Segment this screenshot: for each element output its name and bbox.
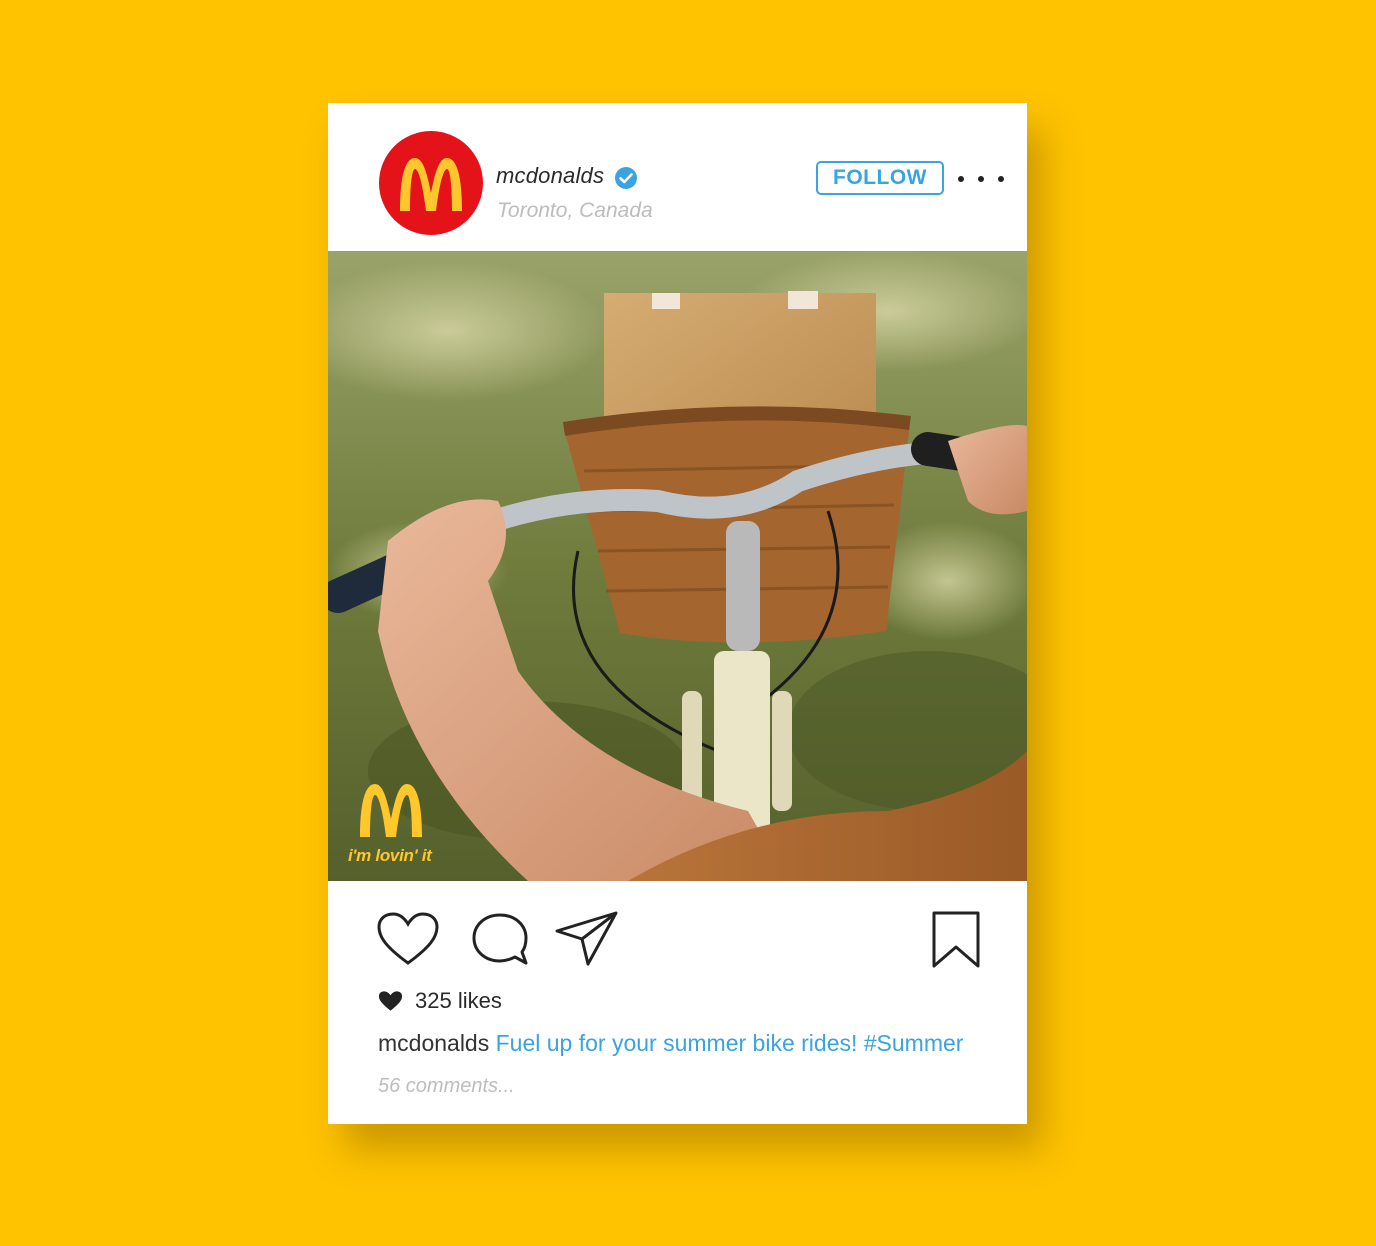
post-card: mcdonalds Toronto, Canada FOLLOW i'm lov…	[328, 103, 1027, 1124]
action-bar	[328, 881, 1027, 981]
verified-badge-icon	[615, 167, 637, 189]
heart-outline-icon[interactable]	[376, 911, 440, 967]
golden-arches-watermark	[360, 784, 422, 837]
likes-count: 325 likes	[415, 988, 502, 1013]
brand-watermark: i'm lovin' it	[348, 778, 448, 873]
paper-plane-icon[interactable]	[554, 909, 620, 967]
golden-arches-logo	[400, 158, 462, 211]
caption-username[interactable]: mcdonalds	[378, 1030, 489, 1056]
avatar[interactable]	[379, 131, 483, 235]
heart-filled-icon	[378, 991, 403, 1011]
dot	[978, 176, 984, 182]
follow-button[interactable]: FOLLOW	[816, 161, 944, 195]
likes-row[interactable]: 325 likes	[378, 986, 502, 1016]
location-label[interactable]: Toronto, Canada	[497, 199, 653, 223]
watermark-tagline: i'm lovin' it	[348, 846, 432, 865]
bookmark-icon[interactable]	[932, 911, 980, 969]
caption: mcdonalds Fuel up for your summer bike r…	[378, 1030, 963, 1057]
speech-bubble-icon[interactable]	[470, 911, 530, 967]
view-comments-link[interactable]: 56 comments...	[378, 1075, 515, 1098]
post-image[interactable]: i'm lovin' it	[328, 251, 1027, 881]
caption-text: Fuel up for your summer bike rides! #Sum…	[495, 1030, 964, 1056]
more-options-icon[interactable]	[958, 167, 1004, 191]
post-header: mcdonalds Toronto, Canada FOLLOW	[328, 103, 1027, 251]
dot	[958, 176, 964, 182]
username[interactable]: mcdonalds	[496, 163, 604, 189]
dot	[998, 176, 1004, 182]
